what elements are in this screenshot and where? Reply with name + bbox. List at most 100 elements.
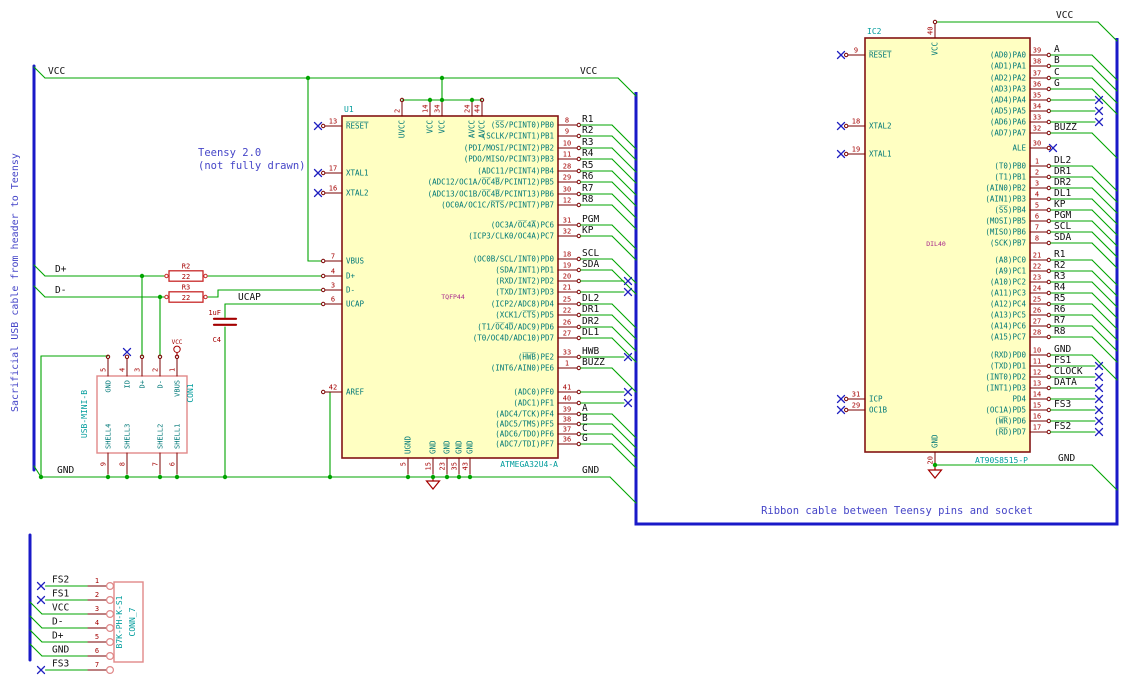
pin-name: (OC1A)PD5: [985, 406, 1026, 415]
net-label[interactable]: D+: [52, 631, 64, 642]
ic2-ref[interactable]: IC2: [867, 27, 882, 36]
wire: [33, 264, 46, 277]
pin-name: (R̅D̅)PD7: [994, 427, 1026, 436]
note-sacrificial-cable: Sacrificial USB cable from header to Tee…: [10, 153, 21, 412]
pin-name: (ICP3/CLK0/OC4A)PC7: [468, 232, 554, 241]
net-label-vcc[interactable]: VCC: [1056, 10, 1073, 21]
net-label-dplus[interactable]: D+: [55, 264, 67, 275]
pin-number: 2: [1035, 169, 1039, 177]
pin-tip: [844, 151, 849, 157]
bus-entry: [611, 413, 637, 439]
junction-dot: [38, 474, 44, 480]
net-label[interactable]: GND: [1054, 344, 1071, 355]
net-label[interactable]: G: [1054, 78, 1060, 89]
net-label[interactable]: DR2: [1054, 177, 1071, 188]
net-label[interactable]: R4: [1054, 282, 1066, 293]
net-label[interactable]: FS1: [1054, 355, 1071, 366]
vcc-power-label: VCC: [172, 339, 183, 346]
bus-entry: [611, 303, 637, 329]
pin-name: (TXD)PD1: [990, 362, 1026, 371]
net-label[interactable]: R2: [1054, 260, 1065, 271]
net-label[interactable]: R5: [582, 160, 593, 171]
pin-number: 38: [563, 416, 571, 424]
net-label[interactable]: SDA: [582, 259, 599, 270]
pin-name: GND: [931, 434, 940, 448]
net-label[interactable]: VCC: [52, 603, 69, 614]
net-label-gnd[interactable]: GND: [1058, 453, 1075, 464]
wire: [1097, 21, 1118, 42]
net-label-vcc[interactable]: VCC: [580, 66, 597, 77]
net-label[interactable]: R5: [1054, 293, 1065, 304]
u1-ref[interactable]: U1: [344, 105, 354, 114]
net-label[interactable]: DR1: [1054, 166, 1071, 177]
net-label[interactable]: FS3: [52, 659, 69, 670]
net-label[interactable]: R1: [582, 114, 594, 125]
pin-number: 41: [563, 384, 571, 392]
net-label[interactable]: PGM: [582, 214, 599, 225]
net-label[interactable]: B: [1054, 55, 1060, 66]
conn7-ref[interactable]: CONN_7: [128, 607, 137, 636]
net-label[interactable]: SCL: [1054, 221, 1071, 232]
net-label[interactable]: R7: [582, 183, 593, 194]
bus-entry: [611, 423, 637, 449]
net-label[interactable]: PGM: [1054, 210, 1071, 221]
net-label[interactable]: R8: [1054, 326, 1066, 337]
net-label[interactable]: G: [582, 433, 588, 444]
net-label[interactable]: DL1: [1054, 188, 1071, 199]
junction-dot: [439, 75, 445, 81]
pin-number: 3: [1035, 180, 1039, 188]
net-label[interactable]: DR1: [582, 304, 599, 315]
net-label[interactable]: SDA: [1054, 232, 1071, 243]
net-label[interactable]: DL2: [582, 293, 599, 304]
net-label-gnd[interactable]: GND: [57, 465, 74, 476]
net-label[interactable]: R3: [1054, 271, 1065, 282]
net-label[interactable]: R7: [1054, 315, 1065, 326]
net-label[interactable]: R8: [582, 194, 594, 205]
net-label[interactable]: A: [1054, 44, 1060, 55]
net-label-gnd[interactable]: GND: [582, 465, 599, 476]
net-label[interactable]: CLOCK: [1054, 366, 1083, 377]
net-label[interactable]: DR2: [582, 316, 599, 327]
net-label-ucap[interactable]: UCAP: [238, 292, 261, 303]
pin-name: GND: [443, 440, 452, 454]
net-label[interactable]: C: [1054, 67, 1060, 78]
bus-entry: [1091, 220, 1118, 247]
pin-name: (AD3)PA3: [990, 85, 1026, 94]
net-label[interactable]: R1: [1054, 249, 1066, 260]
junction-dot: [469, 97, 475, 103]
pin-number: 33: [563, 349, 571, 357]
net-label[interactable]: FS2: [1054, 421, 1071, 432]
net-label[interactable]: FS2: [52, 575, 69, 586]
pin-number: 37: [1033, 70, 1041, 78]
pin-name: ALE: [1012, 144, 1026, 153]
con1-ref[interactable]: CON1: [186, 383, 195, 402]
net-label[interactable]: FS3: [1054, 399, 1071, 410]
net-label[interactable]: BUZZ: [582, 357, 605, 368]
net-label[interactable]: R4: [582, 148, 594, 159]
junction-dot: [456, 474, 462, 480]
net-label[interactable]: SCL: [582, 248, 599, 259]
net-label-dminus[interactable]: D-: [55, 285, 66, 296]
pin-number: 19: [852, 146, 860, 154]
net-label[interactable]: GND: [52, 645, 69, 656]
bus-entry: [611, 443, 637, 469]
net-label[interactable]: DL1: [582, 327, 599, 338]
net-label[interactable]: BUZZ: [1054, 122, 1077, 133]
ic2-footprint: DIL40: [926, 240, 946, 248]
pin-number: 8: [118, 462, 126, 466]
net-label-vcc[interactable]: VCC: [48, 66, 65, 77]
net-label[interactable]: R6: [1054, 304, 1066, 315]
net-label[interactable]: KP: [1054, 199, 1066, 210]
net-label[interactable]: R6: [582, 171, 594, 182]
net-label[interactable]: HWB: [582, 346, 599, 357]
pin-number: 36: [563, 436, 571, 444]
pin-name: (A10)PC2: [990, 278, 1026, 287]
net-label[interactable]: DL2: [1054, 155, 1071, 166]
net-label[interactable]: KP: [582, 225, 594, 236]
net-label[interactable]: D-: [52, 617, 63, 628]
net-label[interactable]: R2: [582, 125, 593, 136]
bus-entry: [1091, 314, 1118, 341]
net-label[interactable]: FS1: [52, 589, 69, 600]
net-label[interactable]: R3: [582, 137, 593, 148]
net-label[interactable]: DATA: [1054, 377, 1077, 388]
